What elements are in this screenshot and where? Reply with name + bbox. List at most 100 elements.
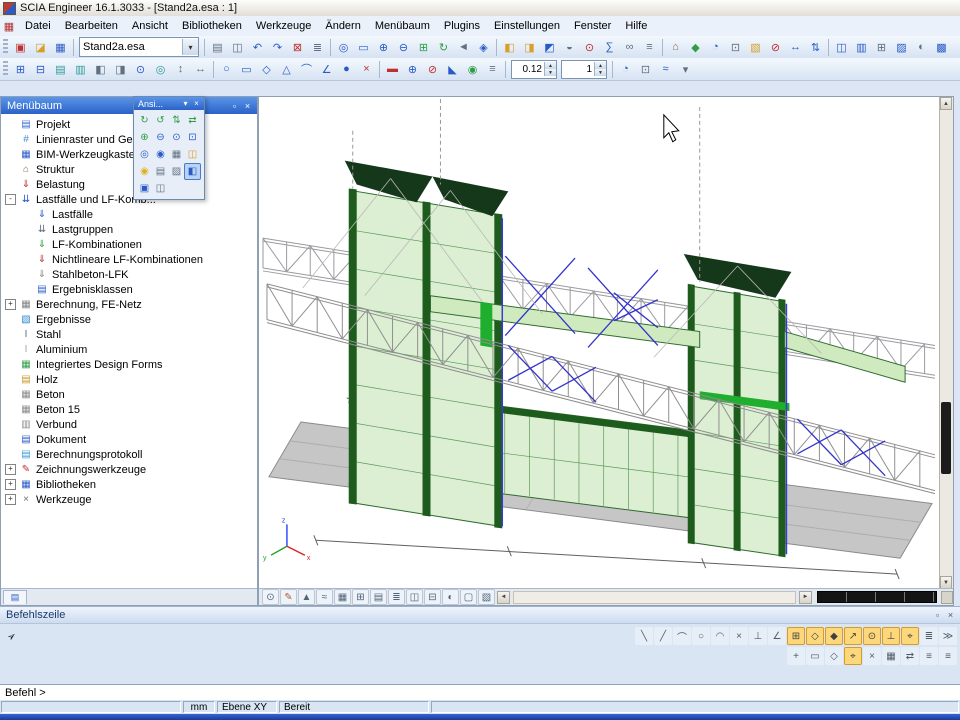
tree-expander[interactable]: - [5, 194, 16, 205]
approx-icon[interactable]: ≈ [656, 60, 675, 79]
zoom-out-icon[interactable]: ⊖ [152, 129, 169, 146]
delete-icon[interactable]: ⊠ [288, 38, 307, 57]
tree-expander[interactable]: + [5, 464, 16, 475]
tree-item-belastung[interactable]: ⇓ Belastung [1, 177, 257, 192]
zoom-window-icon[interactable]: ⊡ [184, 129, 201, 146]
zoom-previous-icon[interactable]: ◎ [136, 146, 153, 163]
fit-width-icon[interactable]: ↔ [786, 38, 805, 57]
viewport-vscrollbar[interactable]: ▲ ▼ [939, 97, 953, 589]
pin-icon[interactable]: ▫ [931, 609, 944, 622]
tree-item-holz[interactable]: ▤ Holz [1, 372, 257, 387]
rings-icon[interactable]: ◎ [151, 60, 170, 79]
view-top-icon[interactable]: ▦ [168, 146, 185, 163]
tree-item-projekt[interactable]: ▤ Projekt [1, 117, 257, 132]
grid-display-icon[interactable]: ⊞ [352, 589, 369, 605]
snap-cross-icon[interactable]: × [730, 627, 748, 645]
half-right-icon[interactable]: ◨ [111, 60, 130, 79]
project-combo[interactable]: ▾ [79, 37, 199, 57]
tree-item-berechnung-fe-netz[interactable]: + ▦ Berechnung, FE-Netz [1, 297, 257, 312]
deselect-icon[interactable]: ⊟ [31, 60, 50, 79]
snap-arc-icon[interactable]: ⌒ [673, 627, 691, 645]
close-icon[interactable]: × [944, 609, 957, 622]
wedge-icon[interactable]: ◣ [443, 60, 462, 79]
viewport-hscrollbar[interactable] [513, 591, 796, 604]
diamond-select-icon[interactable]: ◇ [825, 647, 843, 665]
tree-item-linienraster[interactable]: # Linienraster und Gesch... [1, 132, 257, 147]
boxed-icon[interactable]: ⊡ [636, 60, 655, 79]
zoom-in-icon[interactable]: ⊕ [374, 38, 393, 57]
layers-icon[interactable]: ◧ [500, 38, 519, 57]
menu-aendern[interactable]: Ändern [318, 17, 367, 35]
zoom-selection-icon[interactable]: ◉ [152, 146, 169, 163]
draw-icon[interactable]: ✎ [280, 589, 297, 605]
menu-more-icon[interactable]: ≡ [920, 647, 938, 665]
check-off-icon[interactable]: ⊘ [766, 38, 785, 57]
point-tool-icon[interactable]: ○ [217, 60, 236, 79]
half-left-icon[interactable]: ◧ [91, 60, 110, 79]
status-plane[interactable]: Ebene XY [217, 701, 277, 713]
factor-spinner-input[interactable] [562, 63, 594, 76]
snap-intersection-icon[interactable]: ↗ [844, 627, 862, 645]
menu-menuebaum[interactable]: Menübaum [368, 17, 437, 35]
snap-line-icon[interactable]: ╲ [635, 627, 653, 645]
dock-right-icon[interactable]: ≫ [939, 627, 957, 645]
quarter-icon[interactable]: ◔ [616, 60, 635, 79]
bars-icon[interactable]: ≡ [483, 60, 502, 79]
contrast-icon[interactable]: ◐ [912, 38, 931, 57]
rotate-view-icon[interactable]: ↻ [136, 112, 153, 129]
zoom-all-icon[interactable]: ◎ [334, 38, 353, 57]
tree-item-bibliotheken[interactable]: + ▦ Bibliotheken [1, 477, 257, 492]
menu-bibliotheken[interactable]: Bibliotheken [175, 17, 249, 35]
view-params-icon[interactable]: ▤ [152, 163, 169, 180]
snap-ortho-icon[interactable]: ⊥ [882, 627, 900, 645]
list-icon[interactable]: ≡ [640, 38, 659, 57]
scroll-left-icon[interactable]: ◄ [497, 591, 510, 604]
snap-icon[interactable]: ⊙ [580, 38, 599, 57]
card-view-icon[interactable]: ▥ [71, 60, 90, 79]
clear-icon[interactable]: × [863, 647, 881, 665]
zoom-window-icon[interactable]: ▭ [354, 38, 373, 57]
sum-icon[interactable]: ∑ [600, 38, 619, 57]
previous-view-icon[interactable]: ◄ [454, 38, 473, 57]
tree-item-lastfaelle-und-lf-komb[interactable]: - ⇊ Lastfälle und LF-Komb... [1, 192, 257, 207]
factor-spinner[interactable]: ▲▼ [561, 60, 607, 79]
mesh-display-icon[interactable]: ▦ [334, 589, 351, 605]
new-window-icon[interactable]: ◫ [832, 38, 851, 57]
dot-icon[interactable]: ◉ [463, 60, 482, 79]
solid-circle-icon[interactable]: ● [337, 60, 356, 79]
print-preview-icon[interactable]: ◫ [228, 38, 247, 57]
tree-item-beton-15[interactable]: ▦ Beton 15 [1, 402, 257, 417]
chevron-down-icon[interactable]: ▾ [180, 98, 191, 109]
animation-bar[interactable] [817, 591, 937, 603]
menu-hilfe[interactable]: Hilfe [618, 17, 654, 35]
table-display-icon[interactable]: ▤ [370, 589, 387, 605]
vertical-icon[interactable]: ↕ [171, 60, 190, 79]
pan-horizontal-icon[interactable]: ⇄ [184, 112, 201, 129]
cursor-snap-icon[interactable]: ⌖ [844, 647, 862, 665]
hatch-icon[interactable]: ▧ [746, 38, 765, 57]
toolbar-grip[interactable] [3, 39, 8, 55]
print-view-icon[interactable]: ◫ [184, 146, 201, 163]
model-3d-view[interactable]: z x y [259, 97, 940, 589]
new-project-icon[interactable]: ▣ [11, 38, 30, 57]
open-project-icon[interactable]: ◪ [31, 38, 50, 57]
mark-icon[interactable]: ▲ [298, 589, 315, 605]
hatch-display-icon[interactable]: ▧ [478, 589, 495, 605]
fit-height-icon[interactable]: ⇅ [806, 38, 825, 57]
clip-icon[interactable]: ◧ [184, 163, 201, 180]
arc-tool-icon[interactable]: ⌒ [297, 60, 316, 79]
pan-vertical-icon[interactable]: ⇅ [168, 112, 185, 129]
pattern-icon[interactable]: ▩ [932, 38, 951, 57]
scale-spinner-input[interactable] [512, 63, 544, 76]
tree-item-struktur[interactable]: ⌂ Struktur [1, 162, 257, 177]
tree-item-lastgruppen[interactable]: ⇊ Lastgruppen [1, 222, 257, 237]
table-view-icon[interactable]: ▤ [51, 60, 70, 79]
snap-midpoint-icon[interactable]: ◇ [806, 627, 824, 645]
target-icon[interactable]: ⊙ [131, 60, 150, 79]
activity-icon[interactable]: ◨ [520, 38, 539, 57]
close-icon[interactable]: × [241, 99, 254, 112]
menu-werkzeuge[interactable]: Werkzeuge [249, 17, 318, 35]
undo-icon[interactable]: ↶ [248, 38, 267, 57]
vscrollbar-thumb[interactable] [941, 402, 951, 474]
tree-item-zeichnungswerkzeuge[interactable]: + ✎ Zeichnungswerkzeuge [1, 462, 257, 477]
